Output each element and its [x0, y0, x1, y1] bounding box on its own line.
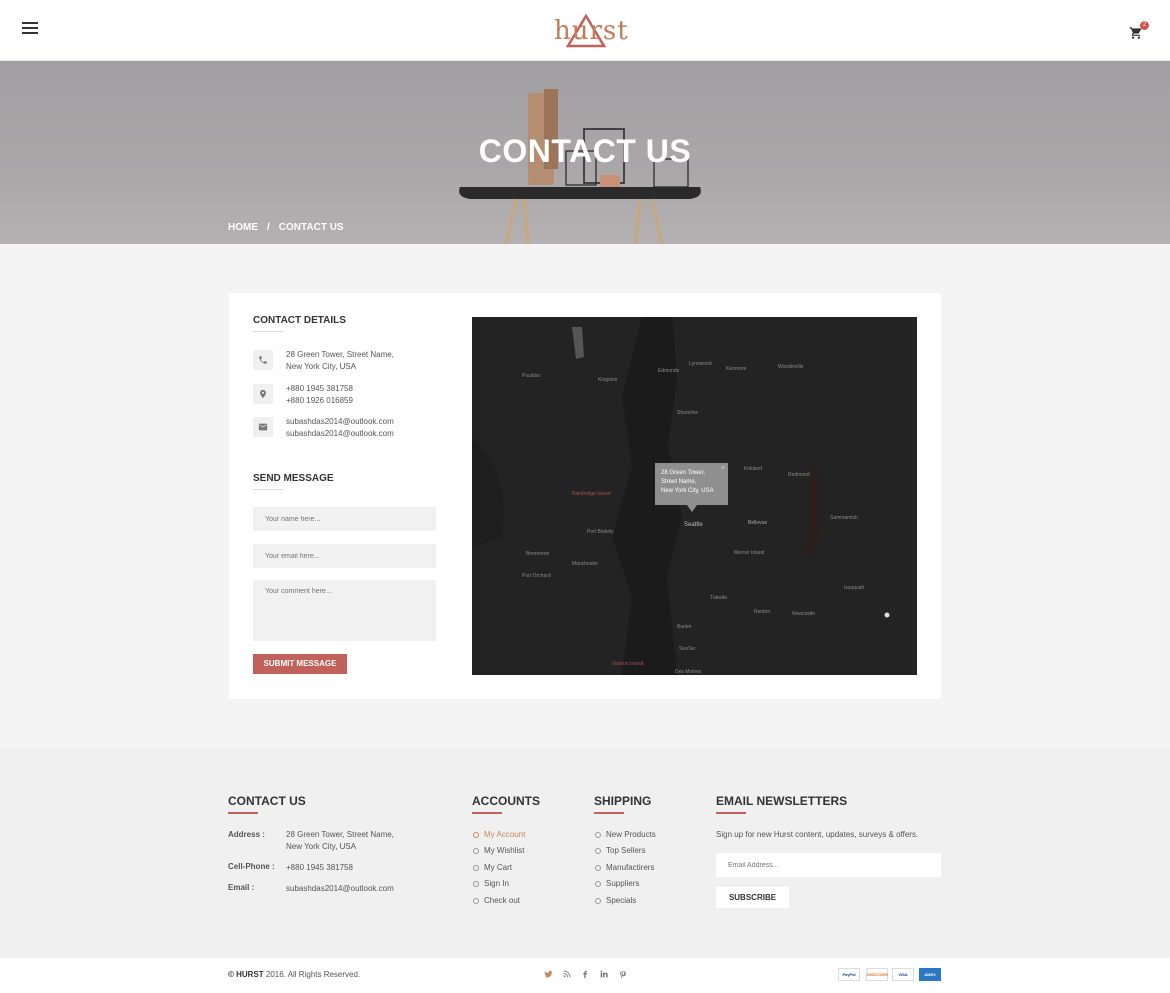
- map-label: Edmonds: [658, 368, 680, 374]
- contact-address-line-2: New York City, USA: [286, 362, 357, 371]
- footer-address-label: Address :: [228, 830, 265, 839]
- map-label: Kenmore: [726, 366, 747, 372]
- map-label: Issaquah: [844, 585, 865, 591]
- footer-link-top-sellers[interactable]: Top Sellers: [595, 846, 646, 855]
- contact-email-1: subashdas2014@outlook.com: [286, 417, 394, 426]
- discover-payment-icon: DISCOVER: [866, 968, 888, 981]
- map-label: Bremerton: [526, 551, 550, 557]
- footer-link-my-account[interactable]: My Account: [472, 830, 525, 839]
- copyright-text: 2016. All Rights Reserved.: [263, 970, 361, 979]
- footer-newsletter-title: EMAIL NEWSLETTERS: [716, 794, 848, 814]
- page-title: CONTACT US: [478, 133, 692, 169]
- bottom-bar: © HURST 2016. All Rights Reserved. PayPa…: [0, 958, 1170, 993]
- footer-link-suppliers[interactable]: Suppliers: [594, 879, 639, 888]
- submit-message-button[interactable]: SUBMIT MESSAGE: [253, 654, 347, 674]
- breadcrumb-home-link[interactable]: HOME: [228, 222, 258, 233]
- breadcrumb-current: CONTACT US: [278, 222, 344, 233]
- contact-address-line-1: 28 Green Tower, Street Name,: [286, 350, 394, 359]
- site-header: hurst 2: [0, 0, 1170, 61]
- contact-email-2: subashdas2014@outlook.com: [286, 429, 394, 438]
- rss-icon[interactable]: [562, 970, 572, 980]
- logo[interactable]: hurst: [552, 12, 628, 48]
- paypal-payment-icon: PayPal: [838, 968, 860, 981]
- map-popup-line: 28 Green Tower,: [661, 470, 705, 476]
- footer-link-new-products[interactable]: New Products: [595, 830, 656, 839]
- footer-address-line-1: 28 Green Tower, Street Name,: [286, 830, 394, 839]
- logo-text: hurst: [554, 16, 629, 46]
- footer-email-label: Email :: [228, 883, 255, 892]
- footer-phone-label: Cell-Phone :: [228, 862, 275, 871]
- map-label: Sammamish: [830, 515, 858, 521]
- footer-contact-title: CONTACT US: [228, 794, 306, 814]
- map-label: Lynnwood: [689, 361, 712, 367]
- mail-icon: [253, 417, 273, 437]
- footer-link-check-out[interactable]: Check out: [472, 896, 520, 905]
- name-input[interactable]: [253, 507, 436, 531]
- map-label: SeaTac: [679, 646, 696, 652]
- map-label: Redmond: [788, 472, 810, 478]
- contact-card: CONTACT DETAILS 28 Green Tower, Street N…: [229, 293, 941, 699]
- facebook-icon[interactable]: [580, 970, 590, 980]
- phone-icon: [253, 350, 273, 370]
- map-label: Renton: [754, 609, 771, 615]
- map-label: Poulsbo: [522, 373, 541, 379]
- visa-payment-icon: VISA: [892, 968, 914, 981]
- copyright-brand: © HURST: [228, 970, 264, 979]
- subscribe-button[interactable]: SUBSCRIBE: [716, 887, 789, 908]
- footer-accounts-title: ACCOUNTS: [472, 794, 540, 814]
- breadcrumb-separator: /: [267, 222, 270, 233]
- contact-details-title: CONTACT DETAILS: [253, 315, 346, 332]
- breadcrumb: HOME / CONTACT US: [228, 222, 344, 233]
- contact-phone-2: +880 1926 016859: [286, 396, 353, 405]
- cart-count-badge: 2: [1140, 21, 1149, 30]
- map-label: Kingston: [598, 377, 618, 383]
- send-message-title: SEND MESSAGE: [253, 473, 334, 490]
- map-popup-line: Street Name,: [661, 479, 697, 485]
- footer-address-value: 28 Green Tower, Street Name, New York Cit…: [286, 829, 394, 853]
- copyright: © HURST 2016. All Rights Reserved.: [228, 970, 360, 979]
- map-popup-close-icon[interactable]: ×: [721, 464, 725, 473]
- newsletter-description: Sign up for new Hurst content, updates, …: [716, 830, 919, 839]
- location-pin-icon: [253, 384, 273, 404]
- footer-email-value: subashdas2014@outlook.com: [286, 884, 394, 893]
- map-label: Manchester: [572, 561, 599, 567]
- map-label: Vashon Island: [612, 661, 644, 667]
- hamburger-menu-icon[interactable]: [22, 22, 38, 36]
- footer-link-specials[interactable]: Specials: [594, 896, 636, 905]
- footer-address-line-2: New York City, USA: [286, 842, 357, 851]
- footer-link-my-cart[interactable]: My Cart: [473, 863, 512, 872]
- map-label: Seattle: [684, 522, 703, 528]
- footer-shipping-title: SHIPPING: [594, 794, 652, 814]
- newsletter-email-input[interactable]: [716, 853, 941, 877]
- footer-link-manufacturers[interactable]: Manufactirers: [594, 863, 654, 872]
- comment-textarea[interactable]: [253, 580, 436, 641]
- hero-banner: CONTACT US HOME / CONTACT US: [0, 61, 1170, 244]
- map-label: Kirkland: [744, 466, 763, 472]
- linkedin-icon[interactable]: [599, 970, 609, 980]
- pinterest-icon[interactable]: [618, 970, 628, 980]
- map-label: Bellevue: [748, 520, 768, 526]
- map-label: Mercer Island: [734, 550, 765, 556]
- amex-payment-icon: AMEX: [919, 968, 941, 981]
- site-footer: CONTACT US Address : 28 Green Tower, Str…: [0, 748, 1170, 958]
- map-label: Des Moines: [675, 669, 702, 675]
- map-popup-line: New York City, USA: [661, 488, 714, 494]
- footer-link-my-wishlist[interactable]: My Wishlist: [472, 846, 524, 855]
- map-label: Port Blakely: [587, 529, 614, 535]
- email-input[interactable]: [253, 544, 436, 568]
- map-label: Newcastle: [792, 611, 816, 617]
- cart-button[interactable]: 2: [1129, 21, 1149, 42]
- contact-phone-1: +880 1945 381758: [286, 384, 353, 393]
- map-label: Shoreline: [677, 410, 699, 416]
- map-label: Tukwila: [710, 595, 727, 601]
- map-label: Burien: [677, 624, 692, 630]
- footer-link-sign-in[interactable]: Sign In: [473, 879, 509, 888]
- twitter-icon[interactable]: [543, 970, 553, 980]
- map-label: Port Orchard: [522, 573, 551, 579]
- map-label: Bainbridge Island: [572, 491, 611, 497]
- footer-phone-value: +880 1945 381758: [286, 863, 353, 872]
- map-info-popup: × 28 Green Tower, Street Name, New York …: [655, 463, 728, 512]
- location-map[interactable]: Seattle Bellevue Kirkland Redmond Mercer…: [472, 317, 917, 675]
- map-label: Woodinville: [778, 364, 804, 370]
